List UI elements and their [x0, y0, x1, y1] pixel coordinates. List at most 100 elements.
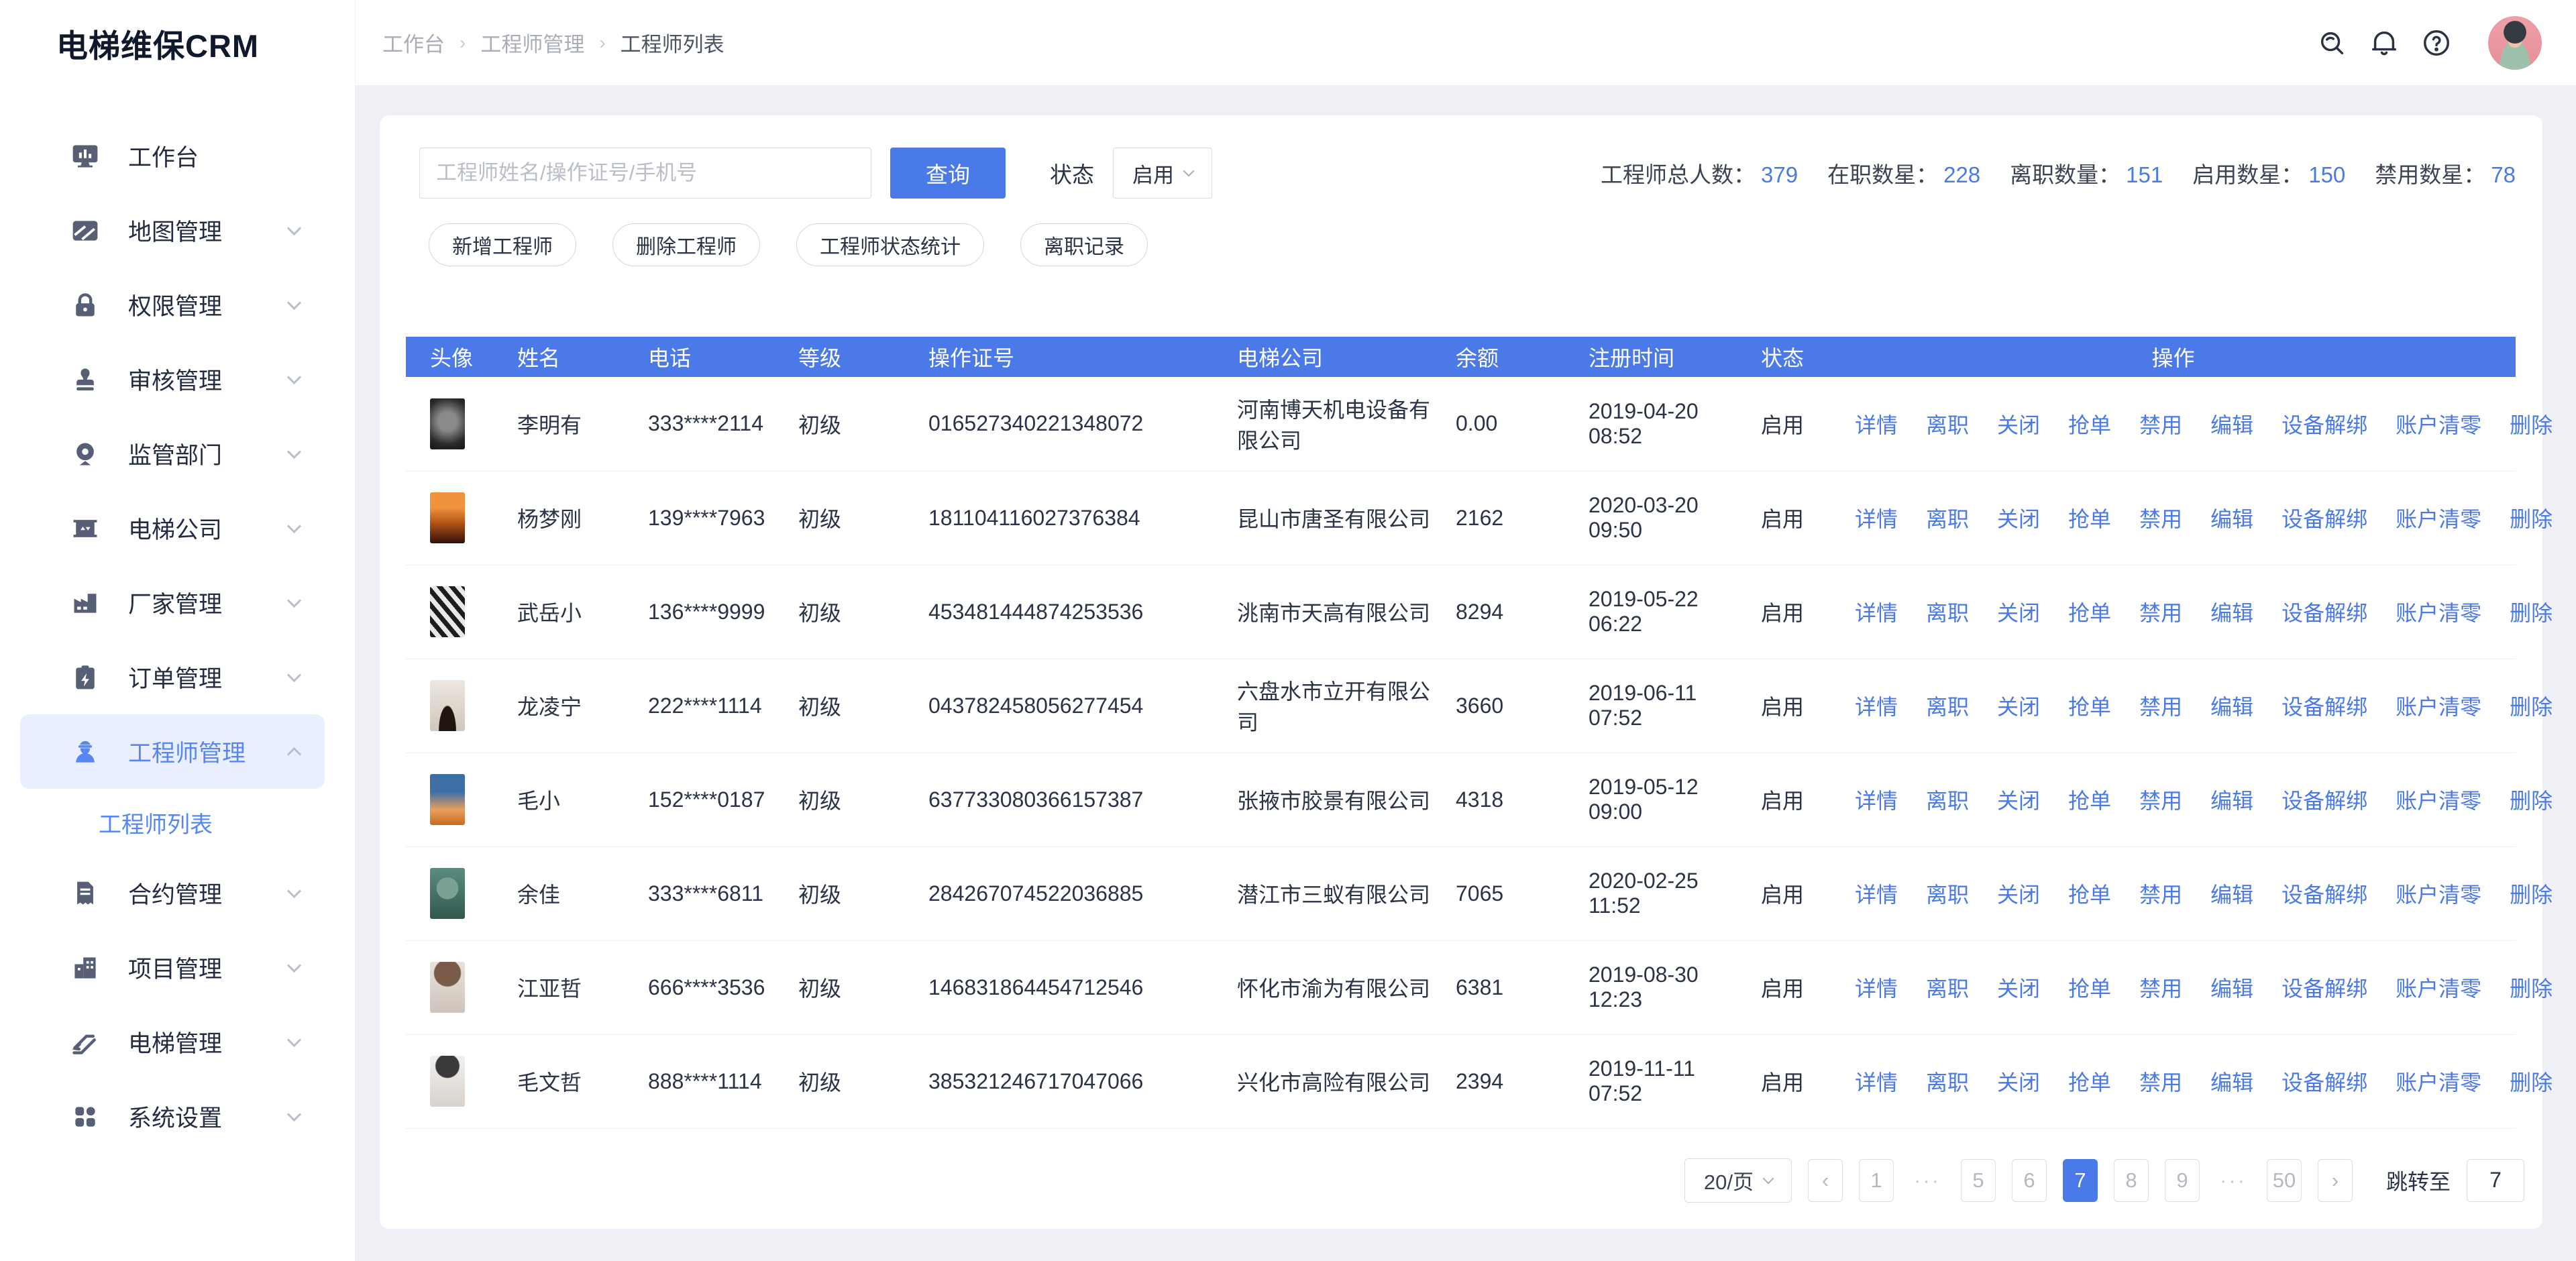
- close-link[interactable]: 关闭: [1997, 408, 2040, 439]
- page-button-7[interactable]: 7: [2063, 1159, 2098, 1202]
- detail-link[interactable]: 详情: [1855, 878, 1898, 909]
- detail-link[interactable]: 详情: [1855, 784, 1898, 815]
- clear-account-link[interactable]: 账户清零: [2396, 1066, 2481, 1097]
- grab-order-link[interactable]: 抢单: [2068, 1066, 2111, 1097]
- detail-link[interactable]: 详情: [1855, 690, 1898, 721]
- grab-order-link[interactable]: 抢单: [2068, 878, 2111, 909]
- detail-link[interactable]: 详情: [1855, 596, 1898, 627]
- page-size-select[interactable]: 20/页: [1684, 1158, 1792, 1203]
- edit-link[interactable]: 编辑: [2210, 502, 2253, 533]
- clear-account-link[interactable]: 账户清零: [2396, 690, 2481, 721]
- resign-link[interactable]: 离职: [1926, 972, 1969, 1003]
- clear-account-link[interactable]: 账户清零: [2396, 596, 2481, 627]
- disable-link[interactable]: 禁用: [2139, 502, 2182, 533]
- next-page-button[interactable]: ›: [2318, 1159, 2353, 1202]
- disable-link[interactable]: 禁用: [2139, 1066, 2182, 1097]
- resign-link[interactable]: 离职: [1926, 1066, 1969, 1097]
- search-input[interactable]: [419, 148, 871, 199]
- page-button-6[interactable]: 6: [2012, 1159, 2047, 1202]
- detail-link[interactable]: 详情: [1855, 408, 1898, 439]
- close-link[interactable]: 关闭: [1997, 878, 2040, 909]
- close-link[interactable]: 关闭: [1997, 1066, 2040, 1097]
- unbind-device-link[interactable]: 设备解绑: [2282, 878, 2367, 909]
- delete-link[interactable]: 删除: [2510, 690, 2553, 721]
- sidebar-item-audit-management[interactable]: 审核管理: [20, 342, 325, 417]
- close-link[interactable]: 关闭: [1997, 972, 2040, 1003]
- edit-link[interactable]: 编辑: [2210, 690, 2253, 721]
- jump-to-input[interactable]: [2467, 1159, 2524, 1202]
- prev-page-button[interactable]: ‹: [1808, 1159, 1843, 1202]
- close-link[interactable]: 关闭: [1997, 690, 2040, 721]
- delete-engineer-button[interactable]: 删除工程师: [612, 223, 760, 266]
- status-select[interactable]: 启用: [1113, 148, 1212, 199]
- resign-link[interactable]: 离职: [1926, 596, 1969, 627]
- resign-link[interactable]: 离职: [1926, 690, 1969, 721]
- disable-link[interactable]: 禁用: [2139, 596, 2182, 627]
- edit-link[interactable]: 编辑: [2210, 408, 2253, 439]
- clear-account-link[interactable]: 账户清零: [2396, 502, 2481, 533]
- detail-link[interactable]: 详情: [1855, 502, 1898, 533]
- clear-account-link[interactable]: 账户清零: [2396, 972, 2481, 1003]
- sidebar-item-elevator-management[interactable]: 电梯管理: [20, 1005, 325, 1079]
- sidebar-item-system-settings[interactable]: 系统设置: [20, 1079, 325, 1154]
- grab-order-link[interactable]: 抢单: [2068, 784, 2111, 815]
- resign-link[interactable]: 离职: [1926, 784, 1969, 815]
- add-engineer-button[interactable]: 新增工程师: [429, 223, 576, 266]
- sidebar-item-supervision-department[interactable]: 监管部门: [20, 417, 325, 491]
- delete-link[interactable]: 删除: [2510, 596, 2553, 627]
- page-button-9[interactable]: 9: [2165, 1159, 2200, 1202]
- sidebar-item-order-management[interactable]: 订单管理: [20, 640, 325, 714]
- edit-link[interactable]: 编辑: [2210, 784, 2253, 815]
- close-link[interactable]: 关闭: [1997, 596, 2040, 627]
- resign-link[interactable]: 离职: [1926, 408, 1969, 439]
- bell-icon[interactable]: [2369, 28, 2400, 58]
- sidebar-item-project-management[interactable]: 项目管理: [20, 930, 325, 1005]
- delete-link[interactable]: 删除: [2510, 1066, 2553, 1097]
- help-icon[interactable]: [2421, 28, 2452, 58]
- grab-order-link[interactable]: 抢单: [2068, 972, 2111, 1003]
- detail-link[interactable]: 详情: [1855, 972, 1898, 1003]
- engineer-status-stats-button[interactable]: 工程师状态统计: [796, 223, 984, 266]
- resign-link[interactable]: 离职: [1926, 878, 1969, 909]
- grab-order-link[interactable]: 抢单: [2068, 690, 2111, 721]
- unbind-device-link[interactable]: 设备解绑: [2282, 972, 2367, 1003]
- disable-link[interactable]: 禁用: [2139, 784, 2182, 815]
- disable-link[interactable]: 禁用: [2139, 690, 2182, 721]
- unbind-device-link[interactable]: 设备解绑: [2282, 1066, 2367, 1097]
- close-link[interactable]: 关闭: [1997, 784, 2040, 815]
- resign-link[interactable]: 离职: [1926, 502, 1969, 533]
- grab-order-link[interactable]: 抢单: [2068, 502, 2111, 533]
- clear-account-link[interactable]: 账户清零: [2396, 408, 2481, 439]
- delete-link[interactable]: 删除: [2510, 784, 2553, 815]
- close-link[interactable]: 关闭: [1997, 502, 2040, 533]
- page-button-50[interactable]: 50: [2267, 1159, 2302, 1202]
- clear-account-link[interactable]: 账户清零: [2396, 784, 2481, 815]
- delete-link[interactable]: 删除: [2510, 502, 2553, 533]
- edit-link[interactable]: 编辑: [2210, 1066, 2253, 1097]
- sidebar-item-elevator-company[interactable]: 电梯公司: [20, 491, 325, 565]
- unbind-device-link[interactable]: 设备解绑: [2282, 502, 2367, 533]
- edit-link[interactable]: 编辑: [2210, 596, 2253, 627]
- breadcrumb-item[interactable]: 工作台: [382, 28, 445, 58]
- unbind-device-link[interactable]: 设备解绑: [2282, 690, 2367, 721]
- page-button-8[interactable]: 8: [2114, 1159, 2149, 1202]
- sidebar-item-map-management[interactable]: 地图管理: [20, 193, 325, 268]
- delete-link[interactable]: 删除: [2510, 878, 2553, 909]
- detail-link[interactable]: 详情: [1855, 1066, 1898, 1097]
- disable-link[interactable]: 禁用: [2139, 972, 2182, 1003]
- delete-link[interactable]: 删除: [2510, 972, 2553, 1003]
- grab-order-link[interactable]: 抢单: [2068, 408, 2111, 439]
- unbind-device-link[interactable]: 设备解绑: [2282, 784, 2367, 815]
- unbind-device-link[interactable]: 设备解绑: [2282, 408, 2367, 439]
- edit-link[interactable]: 编辑: [2210, 972, 2253, 1003]
- search-icon[interactable]: [2316, 28, 2347, 58]
- sidebar-subitem-engineer-list[interactable]: 工程师列表: [0, 789, 355, 856]
- query-button[interactable]: 查询: [890, 148, 1006, 199]
- sidebar-item-manufacturer-management[interactable]: 厂家管理: [20, 565, 325, 640]
- edit-link[interactable]: 编辑: [2210, 878, 2253, 909]
- breadcrumb-item[interactable]: 工程师管理: [480, 28, 584, 58]
- sidebar-item-workbench[interactable]: 工作台: [20, 119, 325, 193]
- page-button-5[interactable]: 5: [1961, 1159, 1996, 1202]
- sidebar-item-contract-management[interactable]: 合约管理: [20, 856, 325, 930]
- unbind-device-link[interactable]: 设备解绑: [2282, 596, 2367, 627]
